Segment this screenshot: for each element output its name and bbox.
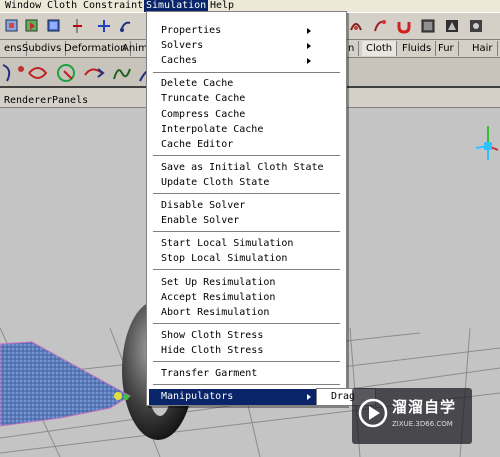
panel-menu-renderer[interactable]: Renderer — [4, 95, 52, 106]
simulation-menu: Properties Solvers Caches Delete Cache T… — [146, 11, 347, 406]
menu-separator — [153, 155, 340, 157]
menu-window[interactable]: Window — [3, 0, 43, 12]
menu-separator — [153, 193, 340, 195]
snap-curve-icon[interactable] — [116, 16, 134, 34]
menu-item-show-cloth-stress[interactable]: Show Cloth Stress — [161, 329, 263, 343]
menu-item-accept-resimulation[interactable]: Accept Resimulation — [161, 291, 275, 305]
ipr-render-icon[interactable] — [370, 16, 388, 34]
render-settings-icon[interactable] — [418, 16, 436, 34]
menu-item-enable-solver[interactable]: Enable Solver — [161, 214, 239, 228]
menu-separator — [153, 269, 340, 271]
select-hierarchy-icon[interactable] — [22, 16, 40, 34]
tab-hair[interactable]: Hair — [468, 41, 498, 56]
create-pattern-icon[interactable] — [26, 61, 50, 85]
menu-item-caches[interactable]: Caches — [161, 54, 197, 68]
select-tool-icon[interactable] — [2, 16, 20, 34]
menu-separator — [153, 231, 340, 233]
play-logo-icon — [358, 398, 388, 428]
menu-item-delete-cache[interactable]: Delete Cache — [161, 77, 233, 91]
menu-separator — [153, 72, 340, 74]
tab-cloth[interactable]: Cloth — [362, 41, 398, 56]
hypershade-icon[interactable] — [442, 16, 460, 34]
magnet-icon[interactable] — [394, 16, 412, 34]
watermark-url: ZIXUE.3D66.COM — [392, 420, 453, 428]
menu-item-disable-solver[interactable]: Disable Solver — [161, 199, 245, 213]
menu-item-manipulators[interactable]: Manipulators — [149, 389, 344, 405]
cloth-curve-icon[interactable] — [1, 61, 25, 85]
menu-item-hide-cloth-stress[interactable]: Hide Cloth Stress — [161, 344, 263, 358]
snap-grid-icon[interactable] — [94, 16, 112, 34]
menu-constraints[interactable]: Constraints — [81, 0, 151, 12]
render-icon[interactable] — [346, 16, 364, 34]
tab-fur[interactable]: Fur — [434, 41, 459, 56]
watermark: 溜溜自学 ZIXUE.3D66.COM — [352, 388, 472, 444]
menu-item-transfer-garment[interactable]: Transfer Garment — [161, 367, 257, 381]
menu-item-update-cloth-state[interactable]: Update Cloth State — [161, 176, 269, 190]
submenu-arrow-icon — [307, 43, 311, 49]
menu-item-start-local-simulation[interactable]: Start Local Simulation — [161, 237, 293, 251]
menu-item-set-up-resimulation[interactable]: Set Up Resimulation — [161, 276, 275, 290]
render-view-icon[interactable] — [466, 16, 484, 34]
menu-item-manipulators-label: Manipulators — [161, 391, 234, 402]
create-garment-icon[interactable] — [54, 61, 78, 85]
menu-separator — [153, 384, 340, 386]
menu-item-stop-local-simulation[interactable]: Stop Local Simulation — [161, 252, 287, 266]
menu-item-solvers[interactable]: Solvers — [161, 39, 203, 53]
menu-item-save-initial-cloth-state[interactable]: Save as Initial Cloth State — [161, 161, 324, 175]
submenu-arrow-icon — [307, 28, 311, 34]
tab-fluids[interactable]: Fluids — [398, 41, 437, 56]
cloth-solver-icon[interactable] — [110, 61, 134, 85]
separator-handle-icon — [68, 16, 86, 34]
menu-item-abort-resimulation[interactable]: Abort Resimulation — [161, 306, 269, 320]
watermark-title: 溜溜自学 — [392, 398, 457, 416]
menu-item-properties[interactable]: Properties — [161, 24, 221, 38]
submenu-arrow-icon — [307, 394, 311, 400]
menu-cloth[interactable]: Cloth — [45, 0, 79, 12]
submenu-arrow-icon — [307, 58, 311, 64]
create-seam-icon[interactable] — [82, 61, 106, 85]
menu-item-cache-editor[interactable]: Cache Editor — [161, 138, 233, 152]
menu-separator — [153, 361, 340, 363]
menu-separator — [153, 323, 340, 325]
menu-item-truncate-cache[interactable]: Truncate Cache — [161, 92, 245, 106]
maya-window: Window Cloth Constraints Simulation Help — [0, 0, 500, 457]
select-object-icon[interactable] — [44, 16, 62, 34]
menu-item-compress-cache[interactable]: Compress Cache — [161, 108, 245, 122]
view-axis-gizmo — [475, 126, 499, 160]
panel-menu-panels[interactable]: Panels — [52, 95, 88, 106]
menu-item-interpolate-cache[interactable]: Interpolate Cache — [161, 123, 263, 137]
cloth-mesh[interactable] — [0, 341, 132, 427]
